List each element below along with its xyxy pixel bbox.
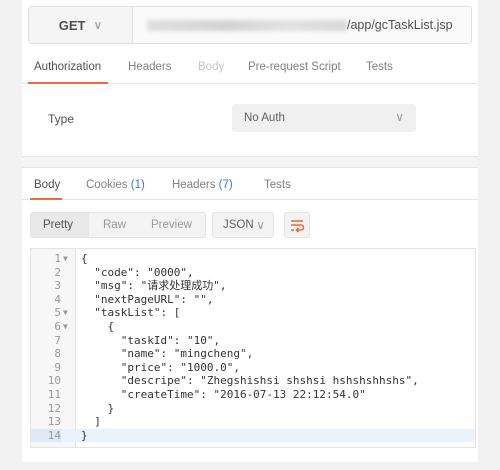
tab-pre-request-script[interactable]: Pre-request Script [248, 61, 341, 73]
code-text: "name": "mingcheng", [81, 347, 254, 361]
code-line: 7 "taskId": "10", [31, 334, 475, 348]
wrap-lines-icon [291, 220, 305, 233]
line-number: 4 [54, 292, 61, 306]
code-text: { [81, 320, 115, 333]
format-pretty[interactable]: Pretty [43, 219, 73, 231]
code-line: 13 ] [31, 415, 475, 429]
tab-body[interactable]: Body [198, 61, 224, 73]
line-number: 5 [54, 306, 61, 320]
response-tabs: Body Cookies (1) Headers (7) Tests [22, 172, 478, 200]
tab-headers[interactable]: Headers [128, 61, 171, 73]
section-divider [22, 156, 478, 168]
tab-response-headers[interactable]: Headers (7) [172, 179, 233, 191]
code-line: 8 "name": "mingcheng", [31, 347, 475, 361]
code-text: ] [81, 415, 101, 429]
code-line: 9 "price": "1000.0", [31, 361, 475, 375]
language-value: JSON [223, 219, 254, 231]
line-number: 11 [47, 388, 61, 401]
code-text: "msg": "请求处理成功", [81, 279, 227, 293]
tab-tests[interactable]: Tests [366, 61, 393, 73]
code-text: } [81, 401, 115, 415]
tab-response-body[interactable]: Body [34, 179, 60, 191]
code-line: 5 ▼ "taskList": [ [31, 306, 475, 320]
code-text: "descripe": "Zhegshishsi shshsi hshshshh… [81, 374, 419, 388]
tab-authorization[interactable]: Authorization [34, 61, 101, 73]
line-number: 14 [31, 428, 61, 443]
cookies-label: Cookies [86, 179, 128, 191]
cookies-count: (1) [130, 179, 145, 191]
url-bar: GET ∨ /app/gcTaskList.jsp [28, 6, 472, 44]
auth-type-value: No Auth [244, 112, 285, 124]
headers-count: (7) [218, 179, 233, 191]
line-number: 9 [54, 360, 61, 374]
line-number: 13 [47, 415, 61, 429]
code-text: "taskList": [ [81, 306, 181, 320]
code-text: "code": "0000", [81, 265, 194, 279]
request-tabs: Authorization Headers Body Pre-request S… [22, 52, 478, 84]
fold-toggle-icon[interactable]: ▼ [63, 252, 68, 266]
line-number: 1 [54, 252, 61, 265]
format-selector: Pretty Raw Preview [30, 212, 206, 238]
chevron-down-icon: ∨ [395, 110, 404, 124]
code-line: 14} [31, 428, 475, 443]
line-number: 10 [47, 374, 61, 388]
fold-toggle-icon[interactable]: ▼ [63, 306, 68, 320]
code-text: "price": "1000.0", [81, 360, 240, 374]
response-body-editor[interactable]: 1 ▼{2 "code": "0000", 3 "msg": "请求处理成功", 4 … [30, 248, 476, 448]
active-tab-indicator [30, 198, 62, 200]
active-tab-indicator [28, 82, 108, 84]
fold-toggle-icon[interactable]: ▼ [63, 320, 68, 334]
code-text: "nextPageURL": "", [81, 292, 214, 306]
tab-cookies[interactable]: Cookies (1) [86, 179, 145, 191]
code-text: "taskId": "10", [81, 333, 221, 347]
code-line: 12 } [31, 402, 475, 416]
line-number: 7 [54, 333, 61, 347]
line-number: 6 [54, 320, 61, 333]
url-input[interactable]: /app/gcTaskList.jsp [347, 18, 453, 32]
line-number: 12 [47, 401, 61, 415]
format-raw[interactable]: Raw [103, 219, 126, 231]
code-line: 3 "msg": "请求处理成功", [31, 279, 475, 293]
chevron-down-icon: ∨ [256, 218, 265, 232]
code-line: 4 "nextPageURL": "", [31, 293, 475, 307]
request-panel: GET ∨ /app/gcTaskList.jsp Authorization … [22, 0, 478, 462]
chevron-down-icon: ∨ [93, 18, 103, 32]
code-line: 2 "code": "0000", [31, 266, 475, 280]
method-select[interactable]: GET ∨ [29, 7, 133, 43]
url-redacted [147, 20, 347, 31]
wrap-lines-button[interactable] [284, 212, 310, 238]
language-select[interactable]: JSON ∨ [212, 212, 274, 238]
code-text: "createTime": "2016-07-13 22:12:54.0" [81, 388, 366, 401]
code-line: 11 "createTime": "2016-07-13 22:12:54.0" [31, 388, 475, 402]
tab-response-tests[interactable]: Tests [264, 179, 291, 191]
code-line: 10 "descripe": "Zhegshishsi shshsi hshsh… [31, 374, 475, 388]
code-text: } [81, 428, 88, 442]
line-number: 8 [54, 347, 61, 361]
method-label: GET [58, 17, 86, 33]
auth-type-select[interactable]: No Auth ∨ [232, 104, 416, 132]
format-preview[interactable]: Preview [151, 219, 192, 231]
code-line: 1 ▼ { [31, 252, 475, 266]
auth-type-label: Type [48, 112, 75, 126]
code-line: 6 ▼ { [31, 320, 475, 334]
line-number: 3 [54, 279, 61, 293]
code-text: { [81, 252, 88, 265]
headers-label: Headers [172, 179, 216, 191]
line-number: 2 [54, 265, 61, 279]
